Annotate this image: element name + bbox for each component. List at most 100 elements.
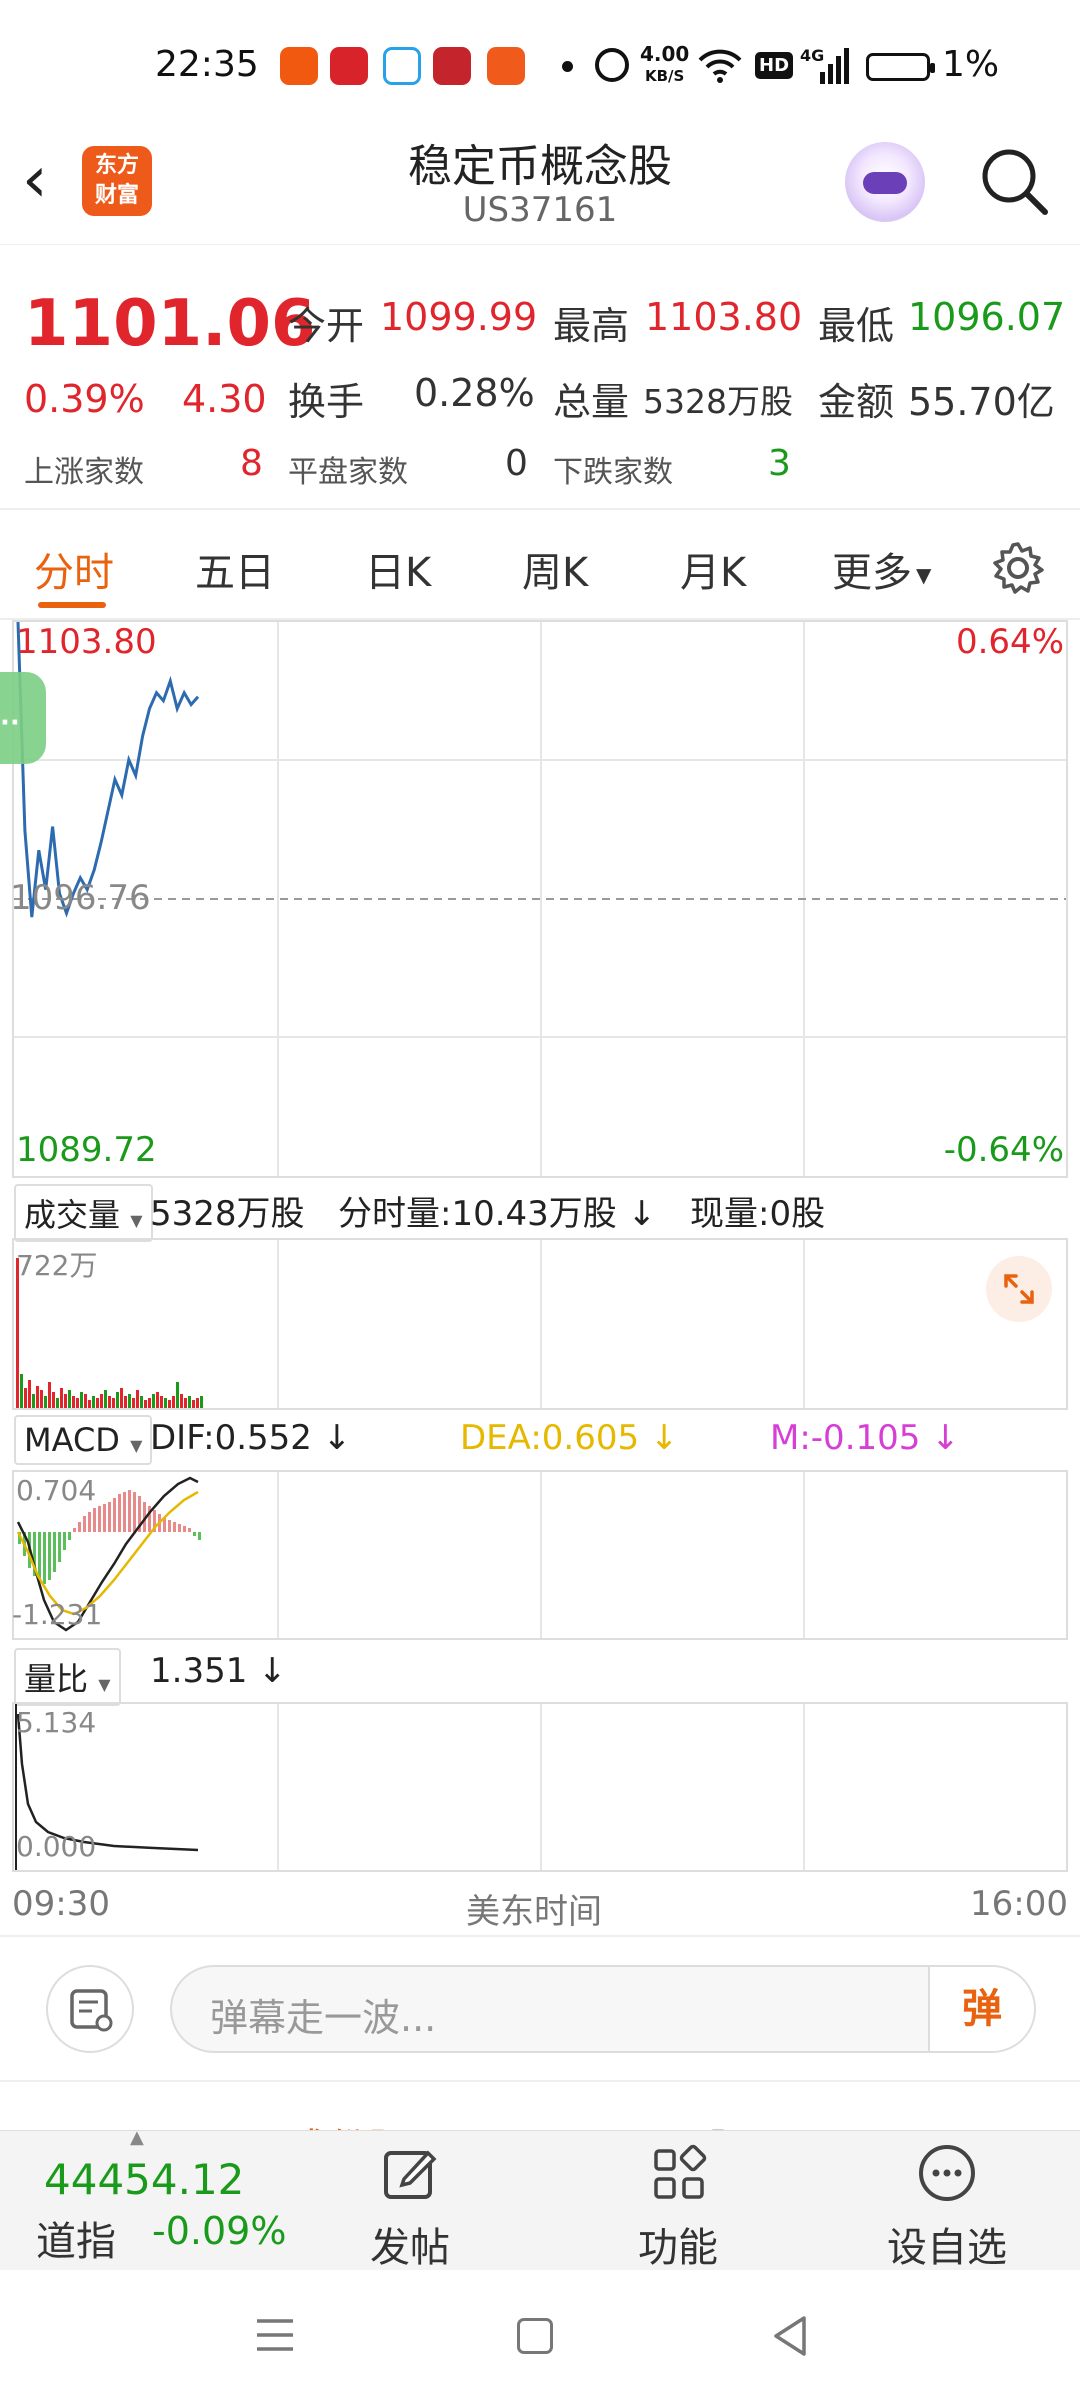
status-bar: 22:35 4.00 KB/S HD 4G 1%	[0, 0, 1080, 130]
macd-bar	[43, 1532, 46, 1584]
volume-bar	[44, 1396, 47, 1408]
volume-bar	[188, 1396, 191, 1408]
volume-bar	[72, 1396, 75, 1408]
price-series-line	[16, 622, 200, 918]
section-tab-forum[interactable]: 股吧	[708, 2116, 788, 2130]
settings-gear-icon[interactable]	[990, 540, 1046, 596]
tab-daily-k[interactable]: 日K	[365, 540, 431, 598]
macd-bar	[193, 1532, 196, 1536]
macd-bar	[133, 1492, 136, 1532]
search-icon[interactable]	[975, 142, 1055, 222]
volume-bar	[108, 1396, 111, 1408]
change-percent: 0.39%	[24, 377, 145, 421]
flat-count-label: 平盘家数	[288, 455, 408, 490]
volume-chart-svg	[16, 1240, 805, 1408]
macd-bar	[173, 1522, 176, 1532]
index-ticker[interactable]: ▲ 44454.12 道指 -0.09%	[0, 2127, 330, 2271]
volume-bar	[56, 1398, 59, 1408]
turnover-value: 0.28%	[414, 371, 535, 415]
volume-ratio-select[interactable]: 量比 ▼	[14, 1648, 121, 1706]
macd-bar	[118, 1494, 121, 1532]
tab-more-label: 更多	[832, 550, 912, 596]
menu-icon[interactable]	[253, 2315, 297, 2355]
volume-bar	[176, 1382, 179, 1408]
volume-bar	[36, 1386, 39, 1408]
more-dots-icon	[919, 2145, 975, 2201]
danmu-settings-button[interactable]	[46, 1965, 134, 2053]
back-nav-icon[interactable]	[770, 2314, 810, 2358]
volume-bar	[40, 1390, 43, 1408]
volume-bar	[132, 1398, 135, 1408]
bottom-action-bar: ▲ 44454.12 道指 -0.09% 发帖 功能 设自选	[0, 2127, 1080, 2273]
post-button[interactable]: 发帖	[325, 2141, 495, 2273]
active-tab-indicator	[38, 602, 106, 608]
app-red-icon	[330, 47, 368, 85]
volume-bar	[104, 1390, 107, 1408]
functions-button[interactable]: 功能	[593, 2141, 763, 2273]
volume-bar	[172, 1396, 175, 1408]
pct-axis-bottom: -0.64%	[943, 1130, 1064, 1170]
danmu-placeholder: 弹幕走一波...	[210, 1996, 437, 2040]
volume-bar	[124, 1396, 127, 1408]
home-icon[interactable]	[517, 2318, 553, 2354]
danmu-send-label: 弹	[962, 1986, 1002, 2032]
volume-ratio-panel: 5.134 0.000	[12, 1702, 1068, 1872]
macd-bar	[98, 1506, 101, 1532]
macd-indicator-select[interactable]: MACD ▼	[14, 1415, 153, 1465]
danmu-send-button[interactable]: 弹	[928, 1967, 1034, 2051]
taobao-icon	[487, 47, 525, 85]
cctv-finance-icon	[433, 47, 471, 85]
volume-bar	[164, 1398, 167, 1408]
volume-bar	[68, 1390, 71, 1408]
tab-monthly-k[interactable]: 月K	[680, 540, 746, 598]
tab-intraday[interactable]: 分时	[34, 540, 114, 598]
floating-menu-handle[interactable]: ··	[0, 672, 46, 764]
network-speed: 4.00 KB/S	[640, 44, 689, 86]
ratio-select-label: 量比	[24, 1660, 89, 1698]
high-value: 1103.80	[645, 295, 803, 339]
macd-bar	[188, 1528, 191, 1532]
volume-bar	[20, 1374, 23, 1408]
current-volume: 现量:0股	[690, 1194, 826, 1234]
macd-bar	[63, 1532, 66, 1550]
dif-text: DIF:0.552	[150, 1418, 312, 1458]
volume-bar	[200, 1396, 203, 1408]
dea-text: DEA:0.605	[460, 1418, 640, 1458]
network-speed-value: 4.00	[640, 42, 690, 66]
robot-assistant-icon[interactable]	[845, 142, 925, 222]
header: ‹ 东方 财富 稳定币概念股 US37161	[0, 130, 1080, 245]
signal-icon: 4G	[800, 46, 850, 84]
grid-icon	[654, 2144, 707, 2199]
arrow-down-icon: ↓	[649, 1418, 679, 1458]
macd-bar	[83, 1516, 86, 1532]
arrow-down-icon: ↓	[627, 1194, 657, 1234]
volume-bar	[168, 1400, 171, 1408]
chart-period-tabs: 分时 五日 日K 周K 月K 更多 ▼	[0, 520, 1080, 620]
signal-label: 4G	[800, 46, 825, 65]
section-tab-components[interactable]: 成份股	[288, 2116, 408, 2130]
arrow-down-icon: ↓	[322, 1418, 352, 1458]
caret-down-icon: ▼	[130, 1436, 143, 1455]
index-change: -0.09%	[152, 2209, 287, 2253]
section-tabs: 成份股 股吧	[0, 2080, 1080, 2130]
caret-down-icon: ▼	[916, 563, 932, 587]
expand-chart-button[interactable]	[986, 1256, 1052, 1322]
tab-more[interactable]: 更多 ▼	[832, 540, 931, 598]
volume-indicator-select[interactable]: 成交量 ▼	[14, 1184, 153, 1242]
price-axis-bottom: 1089.72	[16, 1130, 157, 1170]
tab-five-day[interactable]: 五日	[195, 540, 275, 598]
index-value: 44454.12	[44, 2155, 245, 2204]
volume-bar	[84, 1394, 87, 1408]
change-amount: 4.30	[182, 377, 267, 421]
danmu-input[interactable]: 弹幕走一波... 弹	[170, 1965, 1036, 2053]
macd-bar	[78, 1522, 81, 1532]
dif-value: DIF:0.552 ↓	[150, 1418, 351, 1458]
tab-weekly-k[interactable]: 周K	[522, 540, 588, 598]
macd-bar	[58, 1532, 61, 1562]
high-label: 最高	[553, 304, 630, 348]
m-text: M:-0.105	[770, 1418, 921, 1458]
dea-value: DEA:0.605 ↓	[460, 1418, 678, 1458]
add-watchlist-button[interactable]: 设自选	[862, 2141, 1032, 2273]
time-axis-start: 09:30	[12, 1884, 110, 1924]
volume-bar	[88, 1400, 91, 1408]
